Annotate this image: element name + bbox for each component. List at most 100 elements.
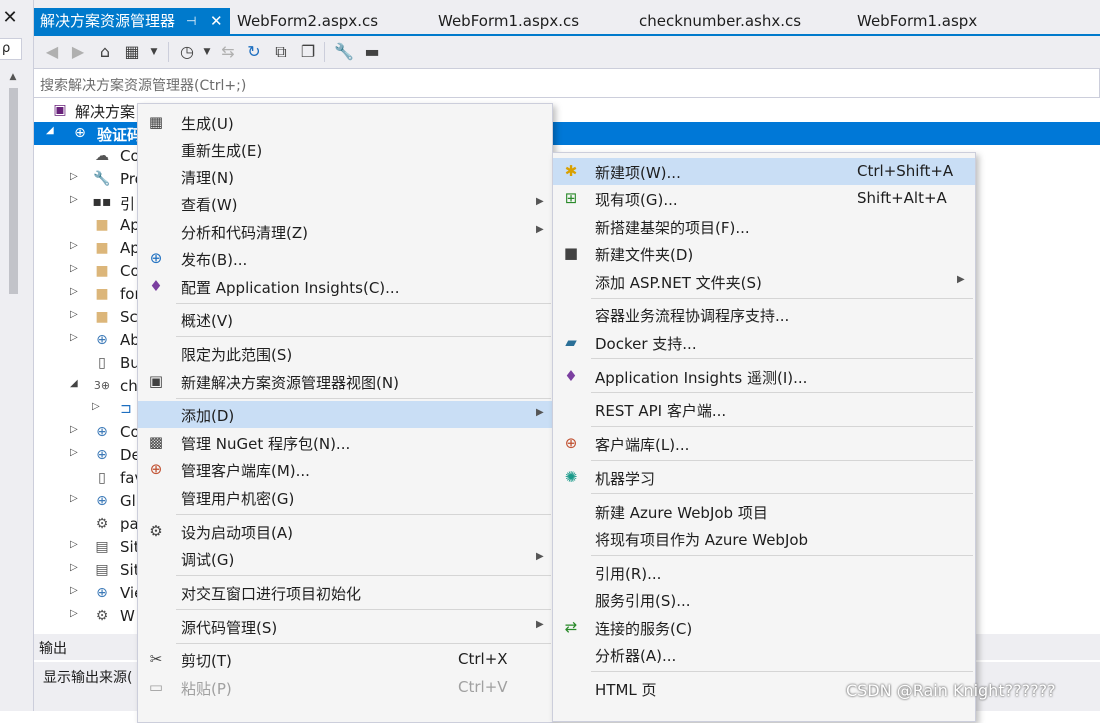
new-view-icon: ▣ (148, 372, 164, 390)
submenu-arrow-icon: ▶ (536, 224, 544, 235)
expand-icon[interactable]: ▷ (70, 585, 82, 596)
scrollbar-thumb[interactable] (9, 88, 18, 294)
expand-icon[interactable]: ▷ (92, 401, 104, 412)
menu-item-new-view[interactable]: ▣ 新建解决方案资源管理器视图(N) (138, 368, 552, 395)
tab-label: 解决方案资源管理器 (40, 12, 176, 30)
submenu-arrow-icon: ▶ (536, 407, 544, 418)
submenu-item-aspnet-folder[interactable]: 添加 ASP.NET 文件夹(S) ▶ (553, 268, 975, 295)
submenu-item-new-webjob[interactable]: 新建 Azure WebJob 项目 (553, 498, 975, 525)
expand-icon[interactable]: ▷ (70, 240, 82, 251)
menu-item-clean[interactable]: 清理(N) (138, 163, 552, 190)
home-icon[interactable]: ⌂ (94, 41, 116, 63)
close-icon[interactable]: ✕ (210, 8, 223, 34)
expand-icon[interactable]: ◢ (46, 125, 58, 136)
expand-icon[interactable]: ▷ (70, 562, 82, 573)
submenu-arrow-icon: ▶ (536, 196, 544, 207)
preview-icon[interactable]: ▬ (361, 41, 383, 63)
menu-separator (176, 398, 551, 399)
globe-file-icon: ⊕ (96, 424, 108, 440)
submenu-item-analyzer[interactable]: 分析器(A)... (553, 641, 975, 668)
new-item-icon: ✱ (564, 162, 578, 180)
tab-webform1-cs[interactable]: WebForm1.aspx.cs (438, 8, 579, 34)
menu-item-analyze[interactable]: 分析和代码清理(Z) ▶ (138, 218, 552, 245)
toolbar-separator (324, 42, 325, 62)
menu-item-set-startup[interactable]: ⚙ 设为启动项目(A) (138, 518, 552, 545)
new-folder-icon: ■ (563, 244, 579, 262)
menu-separator (176, 303, 551, 304)
menu-item-source-control[interactable]: 源代码管理(S) ▶ (138, 613, 552, 640)
properties-wrench-icon[interactable]: 🔧 (333, 41, 355, 63)
menu-item-cut[interactable]: ✂ 剪切(T) Ctrl+X (138, 646, 552, 673)
dropdown-arrow-icon[interactable]: ▼ (143, 41, 165, 63)
submenu-item-new-item[interactable]: ✱ 新建项(W)... Ctrl+Shift+A (553, 158, 975, 185)
pin-icon[interactable]: ⊣ (186, 8, 196, 34)
collapse-icon[interactable]: ◢ (70, 378, 82, 389)
menu-item-manage-client-libs[interactable]: ⊕ 管理客户端库(M)... (138, 456, 552, 483)
expand-icon[interactable]: ▷ (70, 286, 82, 297)
sync-icon[interactable]: ⇆ (217, 41, 239, 63)
add-submenu: ✱ 新建项(W)... Ctrl+Shift+A ⊞ 现有项(G)... Shi… (552, 152, 976, 722)
globe-file-icon: ⊕ (96, 585, 108, 601)
menu-item-configure-app-insights[interactable]: ♦ 配置 Application Insights(C)... (138, 273, 552, 300)
submenu-item-client-library[interactable]: ⊕ 客户端库(L)... (553, 430, 975, 457)
submenu-item-existing-webjob[interactable]: 将现有项目作为 Azure WebJob (553, 525, 975, 552)
expand-icon[interactable]: ▷ (70, 332, 82, 343)
search-input[interactable]: 搜索解决方案资源管理器(Ctrl+;) (34, 68, 1100, 98)
menu-item-overview[interactable]: 概述(V) (138, 306, 552, 333)
expand-icon[interactable]: ▷ (70, 309, 82, 320)
submenu-item-reference[interactable]: 引用(R)... (553, 559, 975, 586)
submenu-item-app-insights[interactable]: ♦ Application Insights 遥测(I)... (553, 363, 975, 390)
watermark: CSDN @Rain Knight?????? (846, 681, 1056, 700)
submenu-item-docker[interactable]: ▰ Docker 支持... (553, 329, 975, 356)
context-menu: ▦ 生成(U) 重新生成(E) 清理(N) 查看(W) ▶ 分析和代码清理(Z)… (137, 103, 553, 723)
expand-icon[interactable]: ▷ (70, 263, 82, 274)
docker-icon: ▰ (565, 333, 577, 351)
close-icon[interactable]: ✕ (0, 8, 20, 28)
search-icon[interactable]: ρ (0, 38, 22, 60)
menu-item-view[interactable]: 查看(W) ▶ (138, 190, 552, 217)
menu-item-rebuild[interactable]: 重新生成(E) (138, 136, 552, 163)
expand-icon[interactable]: ▷ (70, 447, 82, 458)
back-arrow-icon[interactable]: ◀ (41, 41, 63, 63)
expand-icon[interactable]: ▷ (70, 194, 82, 205)
expand-icon[interactable]: ▷ (70, 539, 82, 550)
tab-solution-explorer[interactable]: 解决方案资源管理器 ⊣ ✕ (34, 8, 230, 34)
submenu-item-scaffolded[interactable]: 新搭建基架的项目(F)... (553, 213, 975, 240)
menu-item-manage-nuget[interactable]: ▩ 管理 NuGet 程序包(N)... (138, 429, 552, 456)
show-all-files-icon[interactable]: ❐ (297, 41, 319, 63)
scroll-up-icon[interactable]: ▲ (6, 70, 20, 84)
submenu-item-service-reference[interactable]: 服务引用(S)... (553, 586, 975, 613)
expand-icon[interactable]: ▷ (70, 493, 82, 504)
tab-webform2-cs[interactable]: WebForm2.aspx.cs (237, 8, 378, 34)
submenu-item-connected-services[interactable]: ⇄ 连接的服务(C) (553, 614, 975, 641)
submenu-item-machine-learning[interactable]: ✺ 机器学习 (553, 464, 975, 491)
dropdown-arrow-icon[interactable]: ▼ (196, 41, 218, 63)
folder-icon: ■ (95, 240, 109, 256)
menu-item-manage-secrets[interactable]: 管理用户机密(G) (138, 484, 552, 511)
submenu-item-new-folder[interactable]: ■ 新建文件夹(D) (553, 240, 975, 267)
toolbar-separator (168, 42, 169, 62)
menu-item-paste[interactable]: ▭ 粘贴(P) Ctrl+V (138, 674, 552, 701)
forward-arrow-icon[interactable]: ▶ (67, 41, 89, 63)
menu-item-build[interactable]: ▦ 生成(U) (138, 109, 552, 136)
tab-checknumber-cs[interactable]: checknumber.ashx.cs (639, 8, 801, 34)
submenu-item-orchestrator[interactable]: 容器业务流程协调程序支持... (553, 301, 975, 328)
menu-item-debug[interactable]: 调试(G) ▶ (138, 545, 552, 572)
expand-icon[interactable]: ▷ (70, 608, 82, 619)
expand-icon[interactable]: ▷ (70, 424, 82, 435)
menu-item-add[interactable]: 添加(D) ▶ (138, 401, 552, 428)
refresh-icon[interactable]: ↻ (243, 41, 265, 63)
pending-changes-icon[interactable]: ◷ (176, 41, 198, 63)
switch-views-icon[interactable]: ▦ (121, 41, 143, 63)
tab-webform1-aspx[interactable]: WebForm1.aspx (857, 8, 977, 34)
menu-item-publish[interactable]: ⊕ 发布(B)... (138, 245, 552, 272)
expand-icon[interactable]: ▷ (70, 171, 82, 182)
references-icon: ▪▪ (92, 194, 112, 210)
menu-separator (591, 358, 973, 359)
menu-item-scope[interactable]: 限定为此范围(S) (138, 340, 552, 367)
collapse-all-icon[interactable]: ⧉ (270, 41, 292, 63)
submenu-item-existing-item[interactable]: ⊞ 现有项(G)... Shift+Alt+A (553, 185, 975, 212)
menu-item-interactive-init[interactable]: 对交互窗口进行项目初始化 (138, 579, 552, 606)
existing-item-icon: ⊞ (564, 189, 578, 207)
submenu-item-rest-api[interactable]: REST API 客户端... (553, 396, 975, 423)
